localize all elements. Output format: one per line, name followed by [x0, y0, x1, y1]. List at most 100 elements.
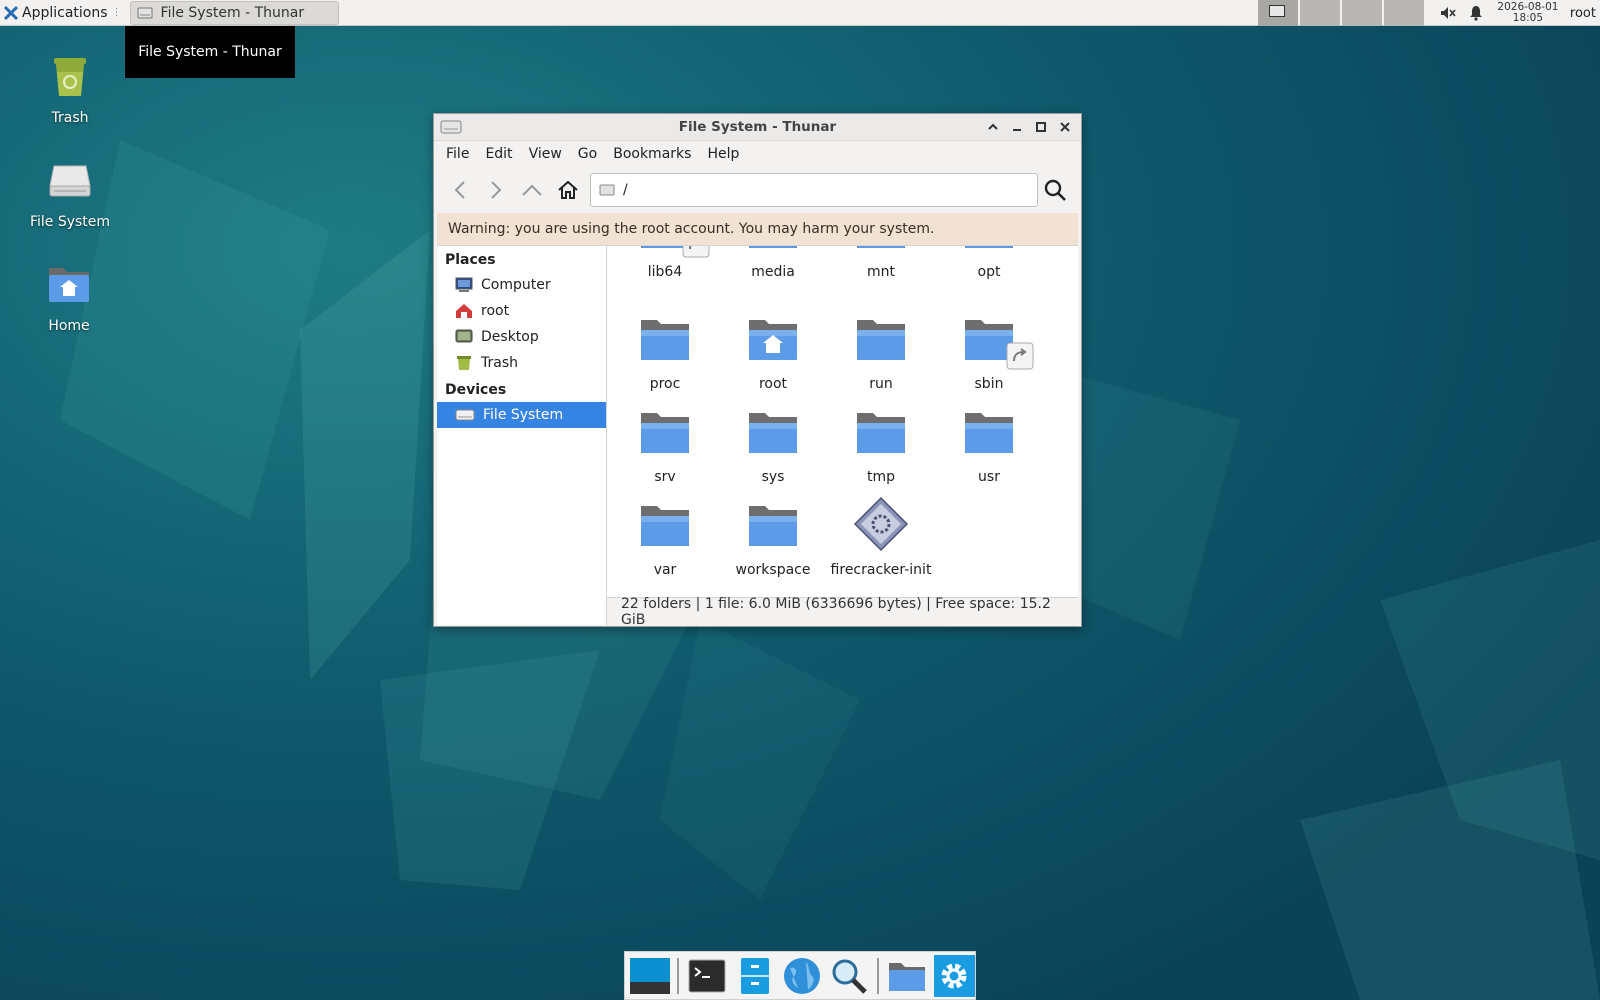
minimize-icon: [1013, 129, 1021, 131]
file-item[interactable]: media: [718, 246, 828, 280]
file-item[interactable]: run: [826, 310, 936, 392]
file-item[interactable]: firecracker-init: [826, 496, 936, 578]
file-item[interactable]: proc: [610, 310, 720, 392]
workspace-1[interactable]: [1257, 0, 1298, 26]
dock: [624, 951, 976, 1000]
file-item-label: usr: [978, 469, 1000, 485]
gear-icon: [941, 963, 967, 988]
folder-icon: [857, 413, 905, 453]
folder-icon: [857, 320, 905, 360]
panel-clock[interactable]: 2026-08-01 18:05: [1494, 2, 1562, 24]
location-bar[interactable]: /: [590, 173, 1038, 207]
home-folder-icon: [49, 268, 89, 302]
file-item[interactable]: var: [610, 496, 720, 578]
taskbar-tooltip: File System - Thunar: [125, 26, 295, 78]
menu-view[interactable]: View: [521, 146, 570, 162]
arrow-up-icon: [522, 184, 542, 196]
applications-menu[interactable]: Applications ⋮: [0, 0, 126, 26]
file-item-label: firecracker-init: [830, 562, 932, 578]
folder-icon: [641, 413, 689, 453]
search-button[interactable]: [1039, 174, 1071, 206]
menu-bookmarks[interactable]: Bookmarks: [605, 146, 699, 162]
maximize-button[interactable]: [1031, 117, 1051, 137]
file-item[interactable]: srv: [610, 403, 720, 485]
shade-button[interactable]: [983, 117, 1003, 137]
status-bar: 22 folders | 1 file: 6.0 MiB (6336696 by…: [607, 596, 1078, 625]
chevron-up-icon: [988, 123, 998, 130]
desktop-icon-file-system[interactable]: File System: [15, 156, 125, 230]
file-item-label: var: [653, 562, 677, 578]
file-item[interactable]: usr: [934, 403, 1044, 485]
menu-help[interactable]: Help: [699, 146, 747, 162]
file-item[interactable]: tmp: [826, 403, 936, 485]
dock-separator: [877, 957, 880, 994]
file-cabinet-icon: [740, 957, 769, 994]
sidebar-item-trash[interactable]: Trash: [437, 350, 606, 376]
terminal-icon: [688, 959, 726, 992]
show-desktop-icon: [629, 957, 670, 994]
taskbar-window-button[interactable]: File System - Thunar: [129, 0, 340, 25]
sidebar-item-computer[interactable]: Computer: [437, 272, 606, 298]
parent-folder-button[interactable]: [514, 172, 550, 208]
show-desktop-button[interactable]: [629, 955, 670, 997]
file-item[interactable]: root: [718, 310, 828, 392]
menu-file[interactable]: File: [438, 146, 477, 162]
file-item-label: tmp: [866, 469, 895, 485]
desktop-icon-trash[interactable]: Trash: [15, 52, 125, 126]
sidebar-item-file-system[interactable]: File System: [437, 402, 606, 428]
volume-muted-icon[interactable]: [1434, 0, 1462, 26]
file-item[interactable]: sys: [718, 403, 828, 485]
home-button[interactable]: [550, 172, 586, 208]
home-icon: [558, 180, 578, 199]
web-browser-button[interactable]: [781, 955, 822, 997]
drive-icon: [137, 7, 153, 18]
folder-icon: [749, 413, 797, 453]
close-button[interactable]: [1055, 117, 1075, 137]
sidebar-item-label: Trash: [481, 355, 518, 371]
file-item[interactable]: sbin: [934, 310, 1044, 392]
sidebar-item-label: root: [481, 303, 510, 319]
folder-icon: [857, 246, 905, 248]
folder-dock-button[interactable]: [886, 955, 927, 997]
folder-icon: [749, 246, 797, 248]
arrow-left-icon: [454, 181, 465, 199]
back-button[interactable]: [442, 172, 478, 208]
home-icon: [456, 304, 472, 318]
workspace-2[interactable]: [1299, 0, 1340, 26]
notification-bell-icon[interactable]: [1462, 0, 1490, 26]
search-app-button[interactable]: [829, 955, 870, 997]
places-heading: Places: [445, 252, 496, 268]
globe-icon: [784, 957, 820, 994]
forward-button[interactable]: [478, 172, 514, 208]
drive-icon: [49, 165, 91, 197]
toolbar: /: [434, 167, 1081, 213]
workspace-3[interactable]: [1341, 0, 1382, 26]
window-titlebar[interactable]: File System - Thunar: [434, 114, 1081, 141]
file-item[interactable]: workspace: [718, 496, 828, 578]
folder-icon: [965, 246, 1013, 248]
minimize-button[interactable]: [1007, 117, 1027, 137]
file-item[interactable]: mnt: [826, 246, 936, 280]
root-warning-bar: Warning: you are using the root account.…: [437, 213, 1078, 245]
file-view: lib64 media mnt opt proc root run sbin srv sys tmp…: [607, 245, 1078, 625]
search-icon: [1044, 179, 1066, 201]
sidebar-item-root[interactable]: root: [437, 298, 606, 324]
file-item[interactable]: opt: [934, 246, 1044, 280]
symlink-arrow-icon: [1006, 342, 1034, 370]
file-item[interactable]: lib64: [610, 246, 720, 280]
folder-icon: [641, 506, 689, 546]
file-item-label: root: [758, 376, 788, 392]
file-item-label: sys: [761, 469, 785, 485]
separator-dots-icon: ⋮: [111, 7, 122, 18]
file-item-label: srv: [654, 469, 676, 485]
panel-user-label[interactable]: root: [1566, 6, 1600, 21]
desktop-icon-home[interactable]: Home: [14, 260, 124, 334]
menu-edit[interactable]: Edit: [477, 146, 520, 162]
clock-time: 18:05: [1512, 12, 1544, 24]
terminal-button[interactable]: [686, 955, 727, 997]
settings-button[interactable]: [933, 954, 975, 997]
file-manager-dock-button[interactable]: [734, 955, 775, 997]
workspace-4[interactable]: [1383, 0, 1424, 26]
sidebar-item-desktop[interactable]: Desktop: [437, 324, 606, 350]
menu-go[interactable]: Go: [570, 146, 605, 162]
